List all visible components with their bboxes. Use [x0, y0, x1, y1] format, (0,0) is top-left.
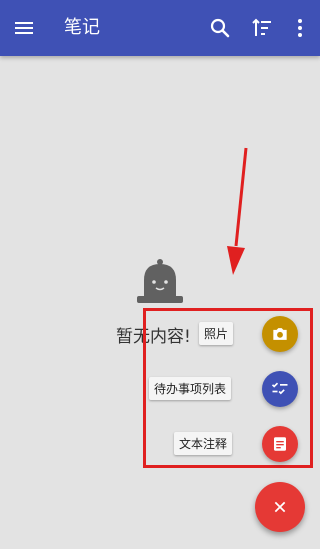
fab-label-checklist[interactable]: 待办事项列表 [149, 377, 232, 400]
menu-icon[interactable] [12, 16, 36, 40]
close-icon [274, 501, 286, 513]
camera-icon [273, 328, 287, 340]
page-title: 笔记 [64, 17, 100, 38]
checklist-fab[interactable] [262, 371, 298, 407]
text-note-fab[interactable] [262, 426, 298, 462]
app-bar: 笔记 [0, 0, 320, 56]
sort-icon[interactable] [250, 16, 274, 40]
fab-label-photo[interactable]: 照片 [199, 322, 234, 345]
more-vert-icon[interactable] [288, 16, 312, 40]
close-fab[interactable] [255, 482, 305, 532]
fab-label-text-note[interactable]: 文本注释 [174, 432, 233, 455]
note-icon [274, 437, 286, 451]
search-icon[interactable] [208, 16, 232, 40]
checklist-icon [271, 382, 288, 395]
bell-mascot-icon [137, 259, 183, 303]
photo-fab[interactable] [262, 316, 298, 352]
